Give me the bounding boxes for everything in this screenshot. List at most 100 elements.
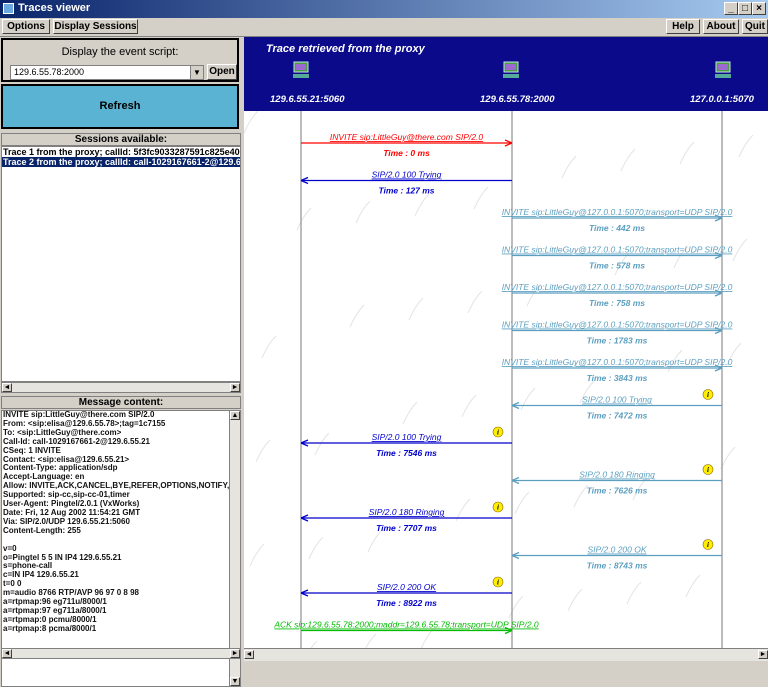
background-mark (520, 387, 536, 411)
message-time: Time : 0 ms (383, 148, 430, 158)
message-time: Time : 7626 ms (587, 486, 648, 496)
computer-icon (715, 61, 731, 78)
refresh-button[interactable]: Refresh (1, 84, 239, 129)
info-icon-glyph: i (707, 466, 709, 474)
background-mark (349, 304, 365, 328)
computer-icon (503, 61, 519, 78)
background-mark (296, 207, 312, 231)
background-mark (244, 111, 259, 134)
info-icon-glyph: i (497, 504, 499, 512)
minimize-button[interactable]: _ (724, 2, 738, 15)
message-time: Time : 8922 ms (376, 598, 437, 608)
message-label: INVITE sip:LittleGuy@there.com SIP/2.0 (330, 132, 483, 142)
info-icon-glyph: i (707, 541, 709, 549)
message-time: Time : 7707 ms (376, 523, 437, 533)
trace-header: Trace retrieved from the proxy 129.6.55.… (244, 37, 768, 111)
trace-title: Trace retrieved from the proxy (266, 43, 425, 55)
message-line (2, 536, 240, 545)
sequence-diagram: INVITE sip:LittleGuy@there.com SIP/2.0 Ti… (244, 111, 768, 648)
message-vscrollbar[interactable]: ▲ ▼ (229, 411, 240, 686)
background-mark (467, 290, 483, 314)
session-item[interactable]: Trace 1 from the proxy; callId: 5f3fc903… (2, 147, 240, 157)
message-hscrollbar[interactable]: ◄ ► (1, 648, 241, 659)
background-mark (249, 543, 265, 567)
background-mark (732, 238, 748, 262)
message-time: Time : 1783 ms (587, 336, 648, 346)
menu-bar: Options Display Sessions Help About Quit (0, 18, 768, 37)
info-icon-glyph: i (497, 579, 499, 587)
background-mark (626, 581, 642, 605)
background-mark (310, 640, 318, 648)
sessions-scrollbar[interactable]: ◄ ► (1, 382, 241, 393)
session-item[interactable]: Trace 2 from the proxy; callId: call-102… (2, 157, 240, 167)
message-time: Time : 7546 ms (376, 448, 437, 458)
message-label: SIP/2.0 180 Ringing (579, 470, 655, 480)
message-content: INVITE sip:LittleGuy@there.com SIP/2.0 Fr… (1, 410, 241, 687)
message-header: Message content: (1, 396, 241, 409)
message-time: Time : 127 ms (378, 186, 434, 196)
background-mark (738, 134, 754, 158)
script-select-value: 129.6.55.78:2000 (14, 67, 85, 77)
app-icon (3, 3, 14, 14)
info-icon-glyph: i (497, 429, 499, 437)
trace-hscrollbar[interactable]: ◄ ► (244, 648, 768, 661)
chevron-down-icon[interactable]: ▼ (190, 66, 203, 79)
message-line: Content-Length: 255 (3, 525, 81, 535)
about-button[interactable]: About (703, 19, 739, 34)
title-bar: Traces viewer _ □ × (0, 0, 768, 18)
options-menu[interactable]: Options (2, 19, 50, 34)
message-time: Time : 8743 ms (587, 561, 648, 571)
background-mark (567, 588, 583, 612)
scroll-left-icon[interactable]: ◄ (244, 650, 254, 659)
background-mark (367, 529, 383, 553)
scroll-left-icon[interactable]: ◄ (2, 649, 12, 658)
scroll-right-icon[interactable]: ► (230, 383, 240, 392)
message-label: INVITE sip:LittleGuy@127.0.0.1:5070;tran… (502, 245, 733, 255)
message-label: INVITE sip:LittleGuy@127.0.0.1:5070;tran… (502, 320, 733, 330)
background-mark (355, 200, 371, 224)
background-mark (620, 148, 636, 172)
display-sessions-menu[interactable]: Display Sessions (53, 19, 138, 34)
background-mark (414, 193, 430, 217)
background-mark (408, 297, 424, 321)
scroll-right-icon[interactable]: ► (758, 650, 768, 659)
message-label: SIP/2.0 200 OK (587, 545, 646, 555)
script-select[interactable]: 129.6.55.78:2000 ▼ (10, 65, 204, 80)
message-label: SIP/2.0 100 Trying (582, 395, 652, 405)
message-label: INVITE sip:LittleGuy@127.0.0.1:5070;tran… (502, 357, 733, 367)
message-label: SIP/2.0 200 OK (377, 582, 436, 592)
message-line: a=rtpmap:8 pcma/8000/1 (3, 623, 97, 633)
background-mark (314, 432, 330, 456)
sessions-list: Trace 1 from the proxy; callId: 5f3fc903… (1, 146, 241, 382)
message-label: SIP/2.0 180 Ringing (369, 507, 445, 517)
help-button[interactable]: Help (666, 19, 700, 34)
background-mark (685, 574, 701, 598)
node-address: 129.6.55.21:5060 (270, 94, 345, 105)
close-button[interactable]: × (752, 2, 766, 15)
scroll-left-icon[interactable]: ◄ (2, 383, 12, 392)
left-panel: Display the event script: 129.6.55.78:20… (0, 37, 243, 687)
scroll-right-icon[interactable]: ► (230, 649, 240, 658)
background-mark (508, 595, 524, 619)
background-mark (308, 536, 324, 560)
sequence-svg: INVITE sip:LittleGuy@there.com SIP/2.0 Ti… (244, 111, 754, 648)
open-button[interactable]: Open (207, 64, 237, 80)
maximize-button[interactable]: □ (738, 2, 752, 15)
node-address: 127.0.0.1:5070 (690, 94, 754, 105)
message-label: ACK sip:129.6.55.78:2000;maddr=129.6.55.… (273, 620, 539, 630)
message-label: INVITE sip:LittleGuy@127.0.0.1:5070;tran… (502, 282, 733, 292)
background-mark (461, 394, 477, 418)
script-selector-panel: Display the event script: 129.6.55.78:20… (1, 38, 239, 82)
message-time: Time : 442 ms (589, 223, 645, 233)
scroll-down-icon[interactable]: ▼ (230, 677, 240, 686)
sessions-header: Sessions available: (1, 133, 241, 146)
message-time: Time : 578 ms (589, 261, 645, 271)
node-address: 129.6.55.78:2000 (480, 94, 555, 105)
background-mark (679, 141, 695, 165)
message-time: Time : 3843 ms (587, 373, 648, 383)
background-mark (365, 633, 377, 648)
background-mark (402, 401, 418, 425)
scroll-up-icon[interactable]: ▲ (230, 411, 240, 420)
quit-button[interactable]: Quit (742, 19, 768, 34)
background-mark (255, 439, 271, 463)
